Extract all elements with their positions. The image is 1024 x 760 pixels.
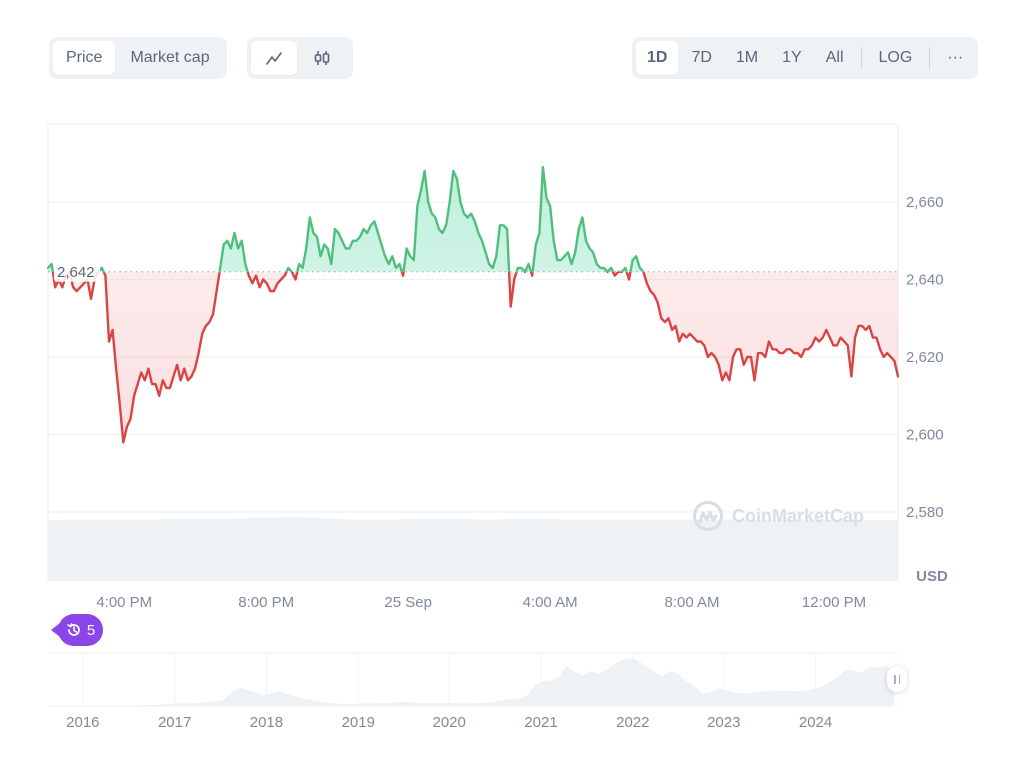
volume-bar — [189, 518, 205, 581]
volume-bar — [260, 517, 276, 581]
volume-bar — [487, 519, 502, 581]
volume-bar — [331, 518, 346, 581]
x-tick-label: 25 Sep — [384, 594, 432, 611]
volume-bar — [883, 520, 899, 581]
volume-bar — [770, 519, 786, 581]
y-tick-label: 2,660 — [906, 194, 944, 211]
volume-bar — [147, 519, 162, 581]
volume-bar — [76, 519, 91, 581]
volume-bar — [104, 519, 120, 581]
overview-year-label: 2020 — [433, 714, 466, 731]
volume-bar — [62, 519, 77, 581]
volume-bar — [614, 519, 630, 581]
volume-bar — [841, 519, 856, 581]
volume-bar — [657, 519, 672, 581]
x-tick-label: 4:00 AM — [523, 594, 578, 611]
range-handle[interactable] — [887, 666, 907, 692]
x-tick-label: 8:00 AM — [665, 594, 720, 611]
x-tick-label: 12:00 PM — [802, 594, 866, 611]
volume-bar — [303, 517, 318, 581]
volume-bar — [869, 520, 885, 581]
price-chart[interactable]: 2,580 2,600 2,620 2,640 2,660 4:00 PM 8:00 PM… — [0, 0, 1024, 760]
overview-year-label: 2019 — [342, 714, 375, 731]
overview-year-label: 2023 — [707, 714, 740, 731]
handle-grip — [894, 674, 896, 684]
overview-year-label: 2017 — [158, 714, 191, 731]
history-icon — [67, 623, 80, 636]
volume-bar — [699, 519, 715, 581]
volume-bar — [813, 519, 828, 581]
volume-bar — [572, 519, 587, 581]
volume-bar — [600, 519, 616, 581]
volume-bar — [430, 518, 446, 581]
overview-year-label: 2022 — [616, 714, 649, 731]
volume-bar — [118, 519, 134, 581]
volume-bar — [402, 518, 417, 581]
volume-bar — [161, 518, 176, 581]
events-count: 5 — [86, 621, 96, 639]
volume-bar — [232, 518, 247, 581]
volume-bar — [473, 519, 488, 581]
volume-bar — [515, 518, 531, 581]
baseline-value-label: 2,642 — [57, 264, 95, 281]
volume-bar — [529, 518, 545, 581]
volume-bar — [175, 518, 191, 581]
volume-bar — [203, 518, 219, 581]
volume-bar — [671, 519, 686, 581]
volume-bar — [543, 518, 559, 581]
overview-year-label: 2021 — [524, 714, 557, 731]
volume-bar — [288, 516, 304, 581]
volume-bar — [359, 519, 375, 581]
y-tick-label: 2,640 — [906, 272, 944, 289]
volume-bar — [274, 516, 290, 581]
currency-label: USD — [916, 568, 948, 585]
x-tick-label: 8:00 PM — [238, 594, 294, 611]
volume-bar — [218, 518, 233, 581]
area-below-baseline — [48, 271, 898, 443]
volume-bar — [501, 518, 516, 581]
volume-bar — [628, 519, 644, 581]
y-tick-label: 2,580 — [906, 504, 944, 521]
volume-bar — [728, 519, 743, 581]
volume-bar — [345, 519, 361, 581]
volume-bar — [416, 518, 431, 581]
overview-year-label: 2016 — [66, 714, 99, 731]
volume-bar — [798, 519, 814, 581]
overview-year-label: 2024 — [799, 714, 832, 731]
events-badge[interactable]: 5 — [51, 614, 103, 646]
volume-bar — [756, 519, 771, 581]
volume-bar — [133, 519, 148, 581]
volume-bar — [742, 519, 757, 581]
volume-bar — [685, 519, 701, 581]
volume-bar — [444, 518, 460, 581]
volume-bar — [558, 519, 573, 581]
y-tick-label: 2,620 — [906, 349, 944, 366]
volume-bar — [855, 520, 871, 581]
volume-bar — [586, 519, 601, 581]
y-tick-label: 2,600 — [906, 427, 944, 444]
volume-bar — [388, 519, 403, 581]
volume-bar — [784, 519, 800, 581]
volume-bar — [458, 518, 474, 581]
x-tick-label: 4:00 PM — [96, 594, 152, 611]
volume-bar — [317, 518, 332, 581]
volume-bar — [713, 519, 729, 581]
overview-year-label: 2018 — [250, 714, 283, 731]
volume-bar — [48, 520, 63, 581]
handle-grip — [898, 674, 900, 684]
volume-bar — [373, 519, 389, 581]
volume-bar — [643, 519, 658, 581]
volume-bar — [90, 519, 106, 581]
volume-bar — [246, 517, 261, 581]
volume-bar — [827, 519, 842, 581]
